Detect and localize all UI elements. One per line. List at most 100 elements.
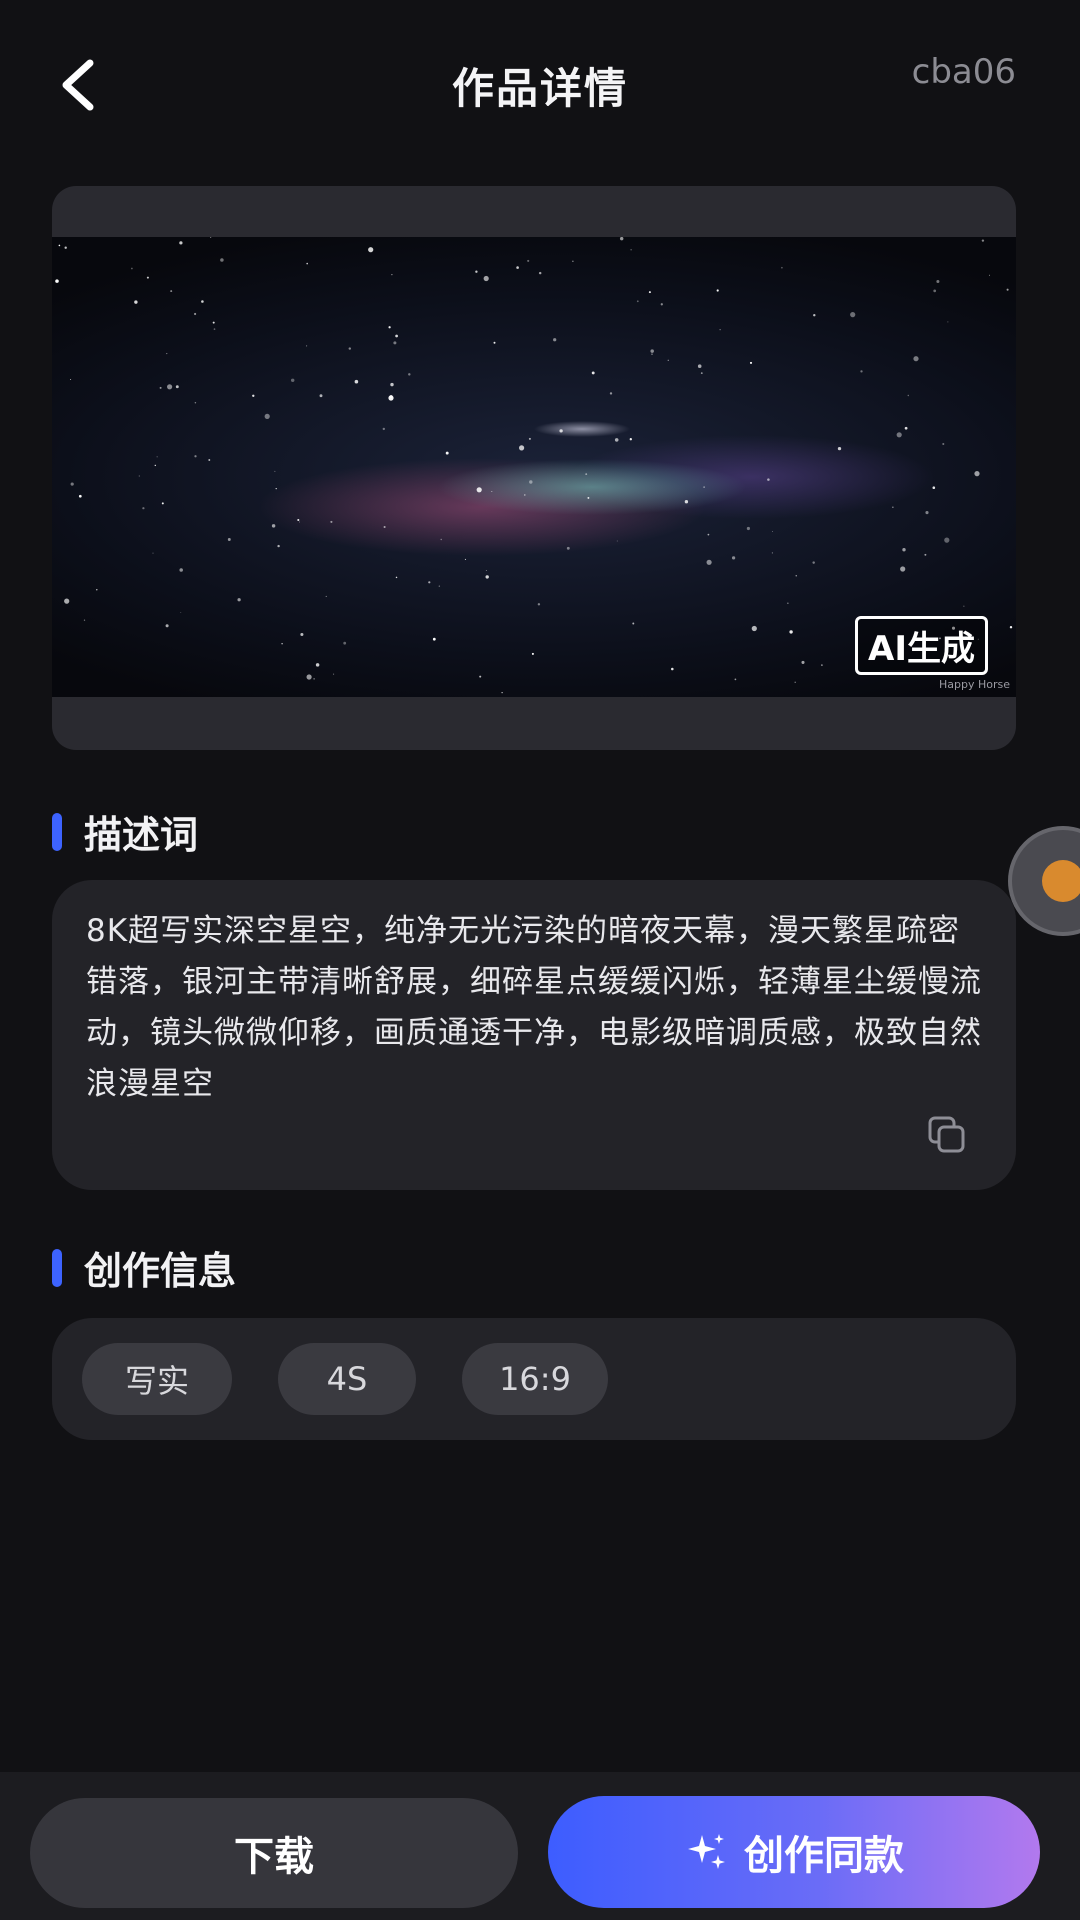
star [529,480,533,484]
star [812,561,815,564]
copy-button[interactable] [926,1114,968,1156]
star [731,556,736,560]
download-button[interactable]: 下载 [30,1798,518,1908]
star [315,663,320,667]
star [900,566,906,572]
star [485,569,487,571]
star [348,347,351,350]
star [493,341,496,344]
creation-info-heading: 创作信息 [52,1240,236,1295]
star [395,334,398,338]
star [383,525,386,529]
star [860,370,863,373]
media-card[interactable]: AI生成 Happy Horse [52,186,1016,750]
star [306,262,308,265]
star [801,660,805,664]
star [528,437,531,440]
star [300,632,304,637]
star [330,520,333,523]
star [438,585,440,587]
floating-assistant-button[interactable] [1008,826,1080,936]
star [566,546,570,550]
star [391,273,393,276]
star [538,271,542,275]
star [559,429,563,433]
star [944,537,950,543]
star [264,413,270,419]
star [501,691,503,694]
star [306,345,308,347]
star [464,558,466,560]
star [313,678,315,680]
creation-info-card: 写实 4S 16:9 [52,1318,1016,1440]
star [159,386,162,389]
star [389,394,393,399]
star [591,371,595,375]
star [227,538,231,541]
star [700,372,703,374]
star [795,575,797,577]
star [746,526,750,531]
star [524,494,526,496]
star [208,459,211,461]
star [390,382,394,387]
star [201,300,204,303]
star [306,674,312,680]
star [719,329,721,331]
star [904,426,908,430]
sparkle-icon [684,1829,730,1875]
description-title: 描述词 [84,813,199,857]
star [64,246,67,249]
star [395,576,398,579]
star [749,361,753,364]
star [519,445,525,451]
star [194,312,197,316]
generated-video-preview[interactable]: AI生成 Happy Horse [52,237,1016,697]
star [152,552,154,554]
star [161,502,164,505]
star [298,521,300,523]
star [892,506,894,508]
star [531,652,534,655]
star [55,279,59,283]
star [428,581,431,584]
star [936,279,940,284]
star [388,326,391,329]
star [333,673,335,675]
star [981,239,985,242]
star [630,249,632,251]
star [527,259,530,262]
star [179,241,183,245]
work-detail-page: 作品详情 cba06 AI生成 Happy Horse 描述词 8K超写实深空星… [0,0,1080,1920]
star [989,274,990,276]
tag-aspect-ratio: 16:9 [462,1343,608,1415]
star [553,338,557,342]
star [837,446,842,451]
star [479,675,482,678]
star [297,518,300,522]
star [616,540,618,542]
star [974,471,980,477]
tag-duration: 4S [278,1343,416,1415]
star [632,622,635,625]
star [220,258,224,262]
star [751,625,757,632]
create-same-button[interactable]: 创作同款 [548,1796,1040,1908]
star [587,496,590,499]
section-accent-bar [52,1248,62,1287]
star [913,356,919,362]
star [154,464,157,467]
assistant-icon [1042,860,1080,902]
star [767,478,770,481]
star [175,385,179,389]
star [166,353,168,355]
star [290,378,295,383]
star [932,486,936,489]
user-id: cba06 [911,52,1016,92]
star [671,667,674,671]
star [902,548,906,552]
star [667,359,669,361]
star [180,612,182,613]
star [210,237,212,238]
tag-style: 写实 [82,1343,232,1415]
